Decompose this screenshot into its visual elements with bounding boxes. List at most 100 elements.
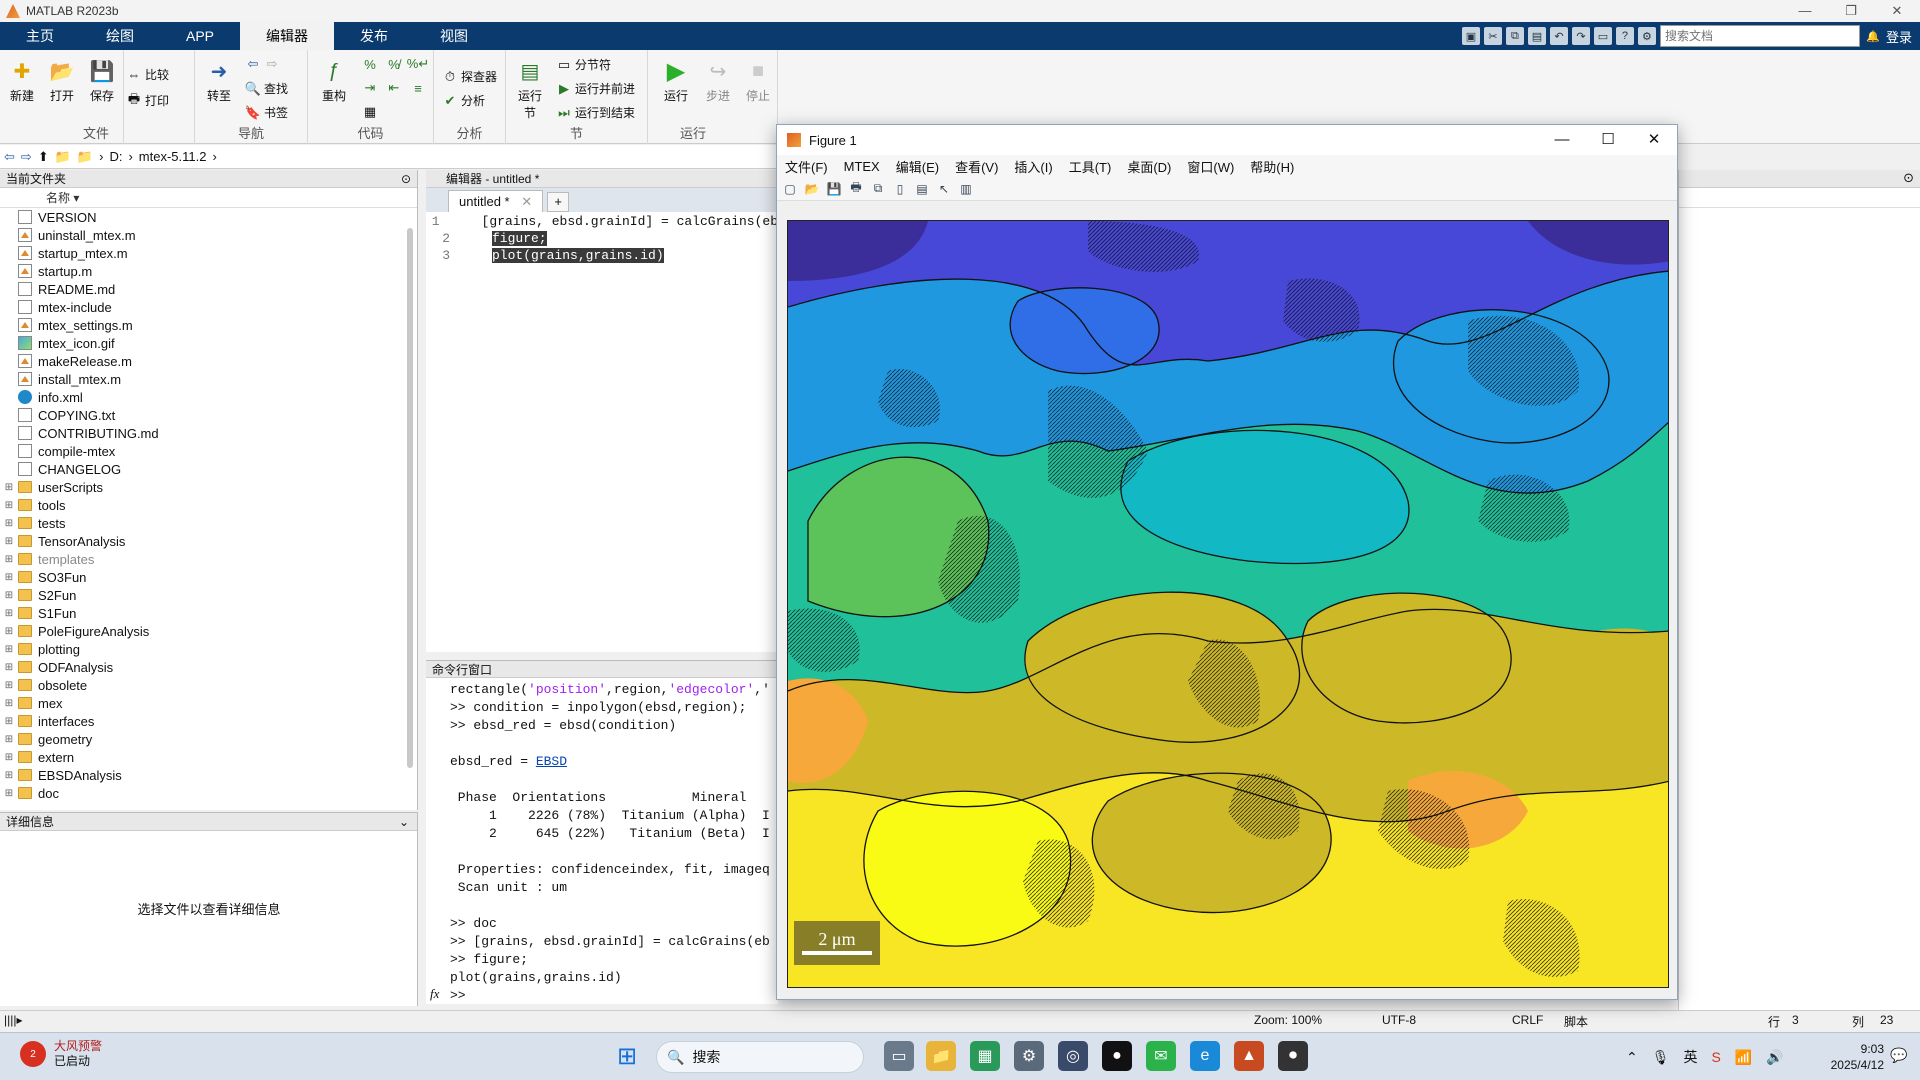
link-plot-icon[interactable]: ⧉ [869,180,887,198]
menu-desktop[interactable]: 桌面(D) [1119,157,1179,176]
tab-home[interactable]: 主页 [0,22,80,50]
editor-line[interactable]: 3 plot(grains,grains.id) [426,248,778,265]
code-editor[interactable]: 1 [grains, ebsd.grainId] = calcGrains(eb 2… [426,212,778,652]
print-button[interactable]: 🖶 打印 [126,91,169,109]
list-item[interactable]: uninstall_mtex.m [0,226,417,244]
path-folder[interactable]: mtex-5.11.2 [139,149,207,164]
list-item[interactable]: VERSION [0,208,417,226]
list-item[interactable]: makeRelease.m [0,352,417,370]
new-figure-icon[interactable]: ▢ [781,180,799,198]
list-item[interactable]: compile-mtex [0,442,417,460]
login-link[interactable]: 登录 [1886,27,1912,46]
list-item[interactable]: startup.m [0,262,417,280]
sogou-ime-icon[interactable]: S [1712,1049,1721,1065]
menu-file[interactable]: 文件(F) [777,157,836,176]
code-tools-row1[interactable]: % %̸ %↵ [362,56,429,72]
menu-insert[interactable]: 插入(I) [1006,157,1060,176]
figure-minimize-button[interactable]: — [1539,125,1585,155]
expand-plus-icon[interactable]: ⊞ [0,536,18,547]
edge-browser-icon[interactable]: e [1190,1041,1220,1071]
list-item[interactable]: ⊞ PoleFigureAnalysis [0,622,417,640]
run-advance-button[interactable]: ▶ 运行并前进 [556,80,635,97]
colorbar-icon[interactable]: ▯ [891,180,909,198]
expand-plus-icon[interactable]: ⊞ [0,554,18,565]
notification-bell-icon[interactable]: 🔔 [1864,27,1882,45]
volume-icon[interactable]: 🔊 [1766,1049,1783,1066]
find-button[interactable]: 🔍 查找 [245,80,288,97]
run-button[interactable]: ▶ 运行 [656,58,696,104]
expand-plus-icon[interactable]: ⊞ [0,500,18,511]
copy-icon[interactable]: ⧉ [1505,27,1524,45]
save-button[interactable]: 💾 保存 [82,58,122,104]
recorder-icon[interactable]: ⏺ [1278,1041,1308,1071]
profiler-button[interactable]: ⏱ 探查器 [442,68,497,85]
menu-help[interactable]: 帮助(H) [1242,157,1302,176]
chevron-down-icon[interactable]: ⌄ [399,813,409,831]
list-item[interactable]: README.md [0,280,417,298]
maximize-button[interactable]: ❐ [1828,0,1874,22]
list-item[interactable]: ⊞ S1Fun [0,604,417,622]
list-item[interactable]: ⊞ extern [0,748,417,766]
switch-window-icon[interactable]: ▭ [1593,27,1612,45]
menu-tools[interactable]: 工具(T) [1061,157,1120,176]
expand-plus-icon[interactable]: ⊞ [0,608,18,619]
list-item[interactable]: startup_mtex.m [0,244,417,262]
qq-icon[interactable]: ● [1102,1041,1132,1071]
list-item[interactable]: ⊞ EBSDAnalysis [0,766,417,784]
settings-app-icon[interactable]: ⚙ [1014,1041,1044,1071]
zoom-level[interactable]: Zoom: 100% [1254,1013,1322,1027]
widgets-icon[interactable]: ▦ [970,1041,1000,1071]
compare-button[interactable]: ⇔ 比较 [126,66,170,83]
browse-folder-icon[interactable]: 📁 [55,149,71,165]
list-item[interactable]: CHANGELOG [0,460,417,478]
open-file-icon[interactable]: 📂 [803,180,821,198]
print-figure-icon[interactable]: 🖶 [847,180,865,198]
tab-editor[interactable]: 编辑器 [240,22,335,50]
list-item[interactable]: info.xml [0,388,417,406]
stop-button[interactable]: ■ 停止 [738,58,778,104]
menu-view[interactable]: 查看(V) [947,157,1006,176]
undo-icon[interactable]: ↶ [1549,27,1568,45]
goto-button[interactable]: ➜ 转至 [199,58,239,104]
back-icon[interactable]: ⇦ [4,149,15,165]
command-window[interactable]: rectangle('position',region,'edgecolor',… [426,678,778,1004]
expand-plus-icon[interactable]: ⊞ [0,680,18,691]
menu-mtex[interactable]: MTEX [836,159,888,174]
expand-plus-icon[interactable]: ⊞ [0,752,18,763]
figure-maximize-button[interactable]: ☐ [1585,125,1631,155]
list-item[interactable]: ⊞ templates [0,550,417,568]
file-list-scrollbar[interactable] [407,228,413,768]
encoding[interactable]: UTF-8 [1382,1013,1416,1027]
tab-apps[interactable]: APP [160,22,240,50]
expand-plus-icon[interactable]: ⊞ [0,788,18,799]
expand-plus-icon[interactable]: ⊞ [0,482,18,493]
expand-plus-icon[interactable]: ⊞ [0,734,18,745]
code-tools-row2[interactable]: ⇥ ⇤ ≡ [362,80,426,96]
list-item[interactable]: ⊞ tools [0,496,417,514]
fx-icon[interactable]: fx [430,986,439,1002]
settings-icon[interactable]: ⚙ [1637,27,1656,45]
notification-center-icon[interactable]: 💬 [1890,1047,1907,1064]
list-item[interactable]: ⊞ SO3Fun [0,568,417,586]
tab-plots[interactable]: 绘图 [80,22,160,50]
legend-icon[interactable]: ▤ [913,180,931,198]
list-item[interactable]: ⊞ S2Fun [0,586,417,604]
expand-plus-icon[interactable]: ⊞ [0,572,18,583]
editor-line[interactable]: 2 figure; [426,231,778,248]
line-ending[interactable]: CRLF [1512,1013,1543,1027]
editor-tab-untitled[interactable]: untitled * ✕ [448,190,544,212]
list-item[interactable]: ⊞ userScripts [0,478,417,496]
cut-icon[interactable]: ✂ [1483,27,1502,45]
details-header[interactable]: 详细信息 ⌄ [0,813,417,831]
bookmark-button[interactable]: 🔖 书签 [245,104,288,121]
clock[interactable]: 9:03 2025/4/12 [1820,1041,1884,1073]
list-item[interactable]: COPYING.txt [0,406,417,424]
step-button[interactable]: ↪ 步进 [698,58,738,104]
section-break-button[interactable]: ▭ 分节符 [556,56,611,73]
tab-view[interactable]: 视图 [414,22,494,50]
figure-titlebar[interactable]: Figure 1 — ☐ ✕ [777,125,1677,155]
list-item[interactable]: ⊞ ODFAnalysis [0,658,417,676]
wechat-icon[interactable]: ✉ [1146,1041,1176,1071]
browser-app-icon[interactable]: ◎ [1058,1041,1088,1071]
help-icon[interactable]: ? [1615,27,1634,45]
